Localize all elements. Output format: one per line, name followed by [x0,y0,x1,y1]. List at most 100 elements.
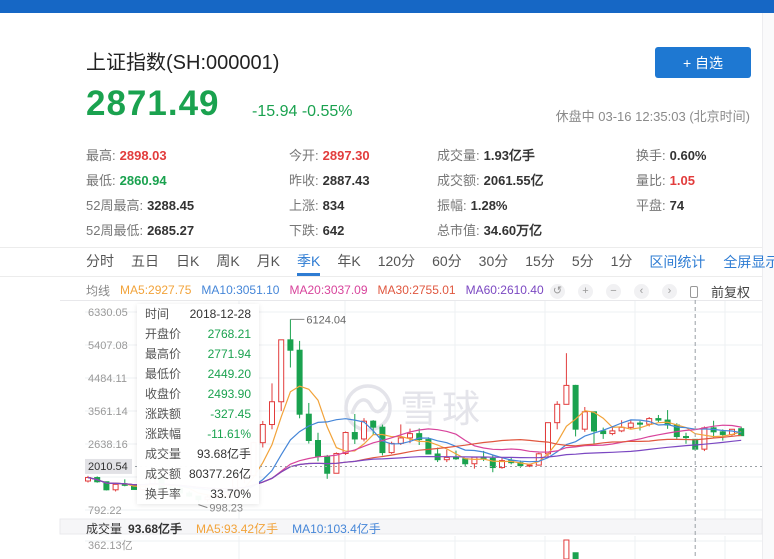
tooltip-row: 开盘价 2768.21 [145,324,251,344]
svg-text:2638.16: 2638.16 [88,439,128,451]
stat-item: 昨收: 2887.43 [289,170,437,189]
watermark-text: 雪球 [400,389,484,431]
stat-label: 量比: [636,173,666,188]
link-全屏显示[interactable]: 全屏显示 [723,252,774,272]
adjust-mode-label[interactable]: 前复权 [711,282,750,301]
tooltip-value: 2768.21 [207,327,251,341]
stat-value: 2887.43 [322,173,370,188]
stat-label: 昨收: [289,173,319,188]
stats-grid: 最高: 2898.03 今开: 2897.30 成交量: 1.93亿手 换手: 0.60% 最低… [86,142,762,242]
svg-text:998.23: 998.23 [209,503,243,515]
follow-button[interactable]: + 自选 [655,47,751,78]
tooltip-label: 成交量 [145,447,182,461]
volume-legend-title: 成交量 [86,521,123,536]
stat-item: 振幅: 1.28% [437,195,636,214]
stat-value: 2061.55亿 [483,173,544,188]
volume-ma-items: MA5:93.42亿手 MA10:103.4亿手 [182,520,381,537]
stat-value: 2897.30 [322,148,370,163]
tab-15分[interactable]: 15分 [525,248,555,276]
stat-label: 成交额: [437,173,480,188]
crosshair-price-label: 2010.54 [85,458,132,474]
svg-text:792.22: 792.22 [88,505,122,517]
svg-text:6330.05: 6330.05 [88,307,128,319]
stat-label: 下跌: [289,223,319,238]
ma-legend-item: MA60:2610.40 [465,283,544,297]
tooltip-value: 80377.26亿 [188,467,251,481]
tab-五日[interactable]: 五日 [131,248,159,276]
pan-right-icon[interactable]: › [662,284,677,299]
stat-label: 换手: [636,148,666,163]
change-amount: -15.94 [252,103,298,120]
tooltip-row: 涨跌额 -327.45 [145,404,251,424]
svg-text:3561.14: 3561.14 [88,406,128,418]
tab-1分[interactable]: 1分 [611,248,633,276]
pan-left-icon[interactable]: ‹ [634,284,649,299]
stat-value: 74 [669,198,685,213]
tooltip-row: 涨跌幅 -11.61% [145,424,251,444]
tooltip-row: 成交额 80377.26亿 [145,464,251,484]
ma-legend-item: MA20:3037.09 [289,283,368,297]
volume-legend: 成交量 93.68亿手 MA5:93.42亿手 MA10:103.4亿手 [86,520,381,536]
tab-周K[interactable]: 周K [216,248,239,276]
tab-60分[interactable]: 60分 [432,248,462,276]
stat-item: 换手: 0.60% [636,145,762,164]
top-bar [0,0,774,13]
stat-value: 1.28% [470,198,508,213]
stat-value: 642 [322,223,345,238]
tab-120分[interactable]: 120分 [378,248,415,276]
low-annotation: 998.23 [198,503,243,515]
stat-label: 最低: [86,173,116,188]
link-区间统计[interactable]: 区间统计 [649,252,705,272]
stat-item: 总市值: 34.60万亿 [437,220,636,239]
stat-item: 量比: 1.05 [636,170,762,189]
stat-item: 52周最高: 3288.45 [86,195,289,214]
volume-bars-layer [563,539,579,559]
stat-value: 834 [322,198,345,213]
ma-legend-item: MA5:2927.75 [120,283,192,297]
stat-value: 34.60万亿 [483,223,543,238]
tooltip-label: 换手率 [145,487,182,501]
tooltip-label: 成交额 [145,467,182,481]
stat-label: 上涨: [289,198,319,213]
tooltip-value: 2771.94 [207,347,251,361]
stat-item: 最低: 2860.94 [86,170,289,189]
stat-item: 下跌: 642 [289,220,437,239]
ma-legend-title: 均线 [86,283,111,298]
screenshot-icon[interactable] [690,285,698,298]
stat-label: 成交量: [437,148,480,163]
stat-label: 最高: [86,148,116,163]
chart-links: 区间统计 全屏显示 [649,248,774,276]
svg-text:5407.08: 5407.08 [88,340,128,352]
reset-icon[interactable]: ↺ [550,284,565,299]
ma-legend-item: MA30:2755.01 [377,283,456,297]
tab-5分[interactable]: 5分 [572,248,594,276]
stat-item: 今开: 2897.30 [289,145,437,164]
candle-tooltip: 时间 2018-12-28 开盘价 2768.21 最高价 2771.94 最低价 2449.… [137,304,259,504]
stat-value: 1.05 [669,173,695,188]
stat-label: 总市值: [437,223,480,238]
ma-legend-item: MA10:3051.10 [201,283,280,297]
price-change: -15.94 -0.55% [252,103,353,121]
current-price: 2871.49 [86,84,220,123]
svg-text:2010.54: 2010.54 [88,461,128,473]
tooltip-value: -11.61% [207,427,251,441]
stat-value: 2685.27 [147,223,195,238]
page-title: 上证指数(SH:000001) [86,52,280,74]
stat-label: 平盘: [636,198,666,213]
tab-日K[interactable]: 日K [176,248,199,276]
tooltip-label: 涨跌额 [145,407,182,421]
volume-legend-value: 93.68亿手 [128,521,183,536]
tab-年K[interactable]: 年K [337,248,360,276]
stat-label: 今开: [289,148,319,163]
tab-季K[interactable]: 季K [297,248,321,276]
stat-item: 平盘: 74 [636,195,762,214]
stat-label: 振幅: [437,198,467,213]
stat-item: 最高: 2898.03 [86,145,289,164]
tab-月K[interactable]: 月K [257,248,280,276]
zoom-out-icon[interactable]: − [606,284,621,299]
tooltip-label: 涨跌幅 [145,427,182,441]
tab-分时[interactable]: 分时 [86,248,114,276]
tab-30分[interactable]: 30分 [479,248,509,276]
svg-text:4484.11: 4484.11 [88,373,127,385]
zoom-in-icon[interactable]: + [578,284,593,299]
